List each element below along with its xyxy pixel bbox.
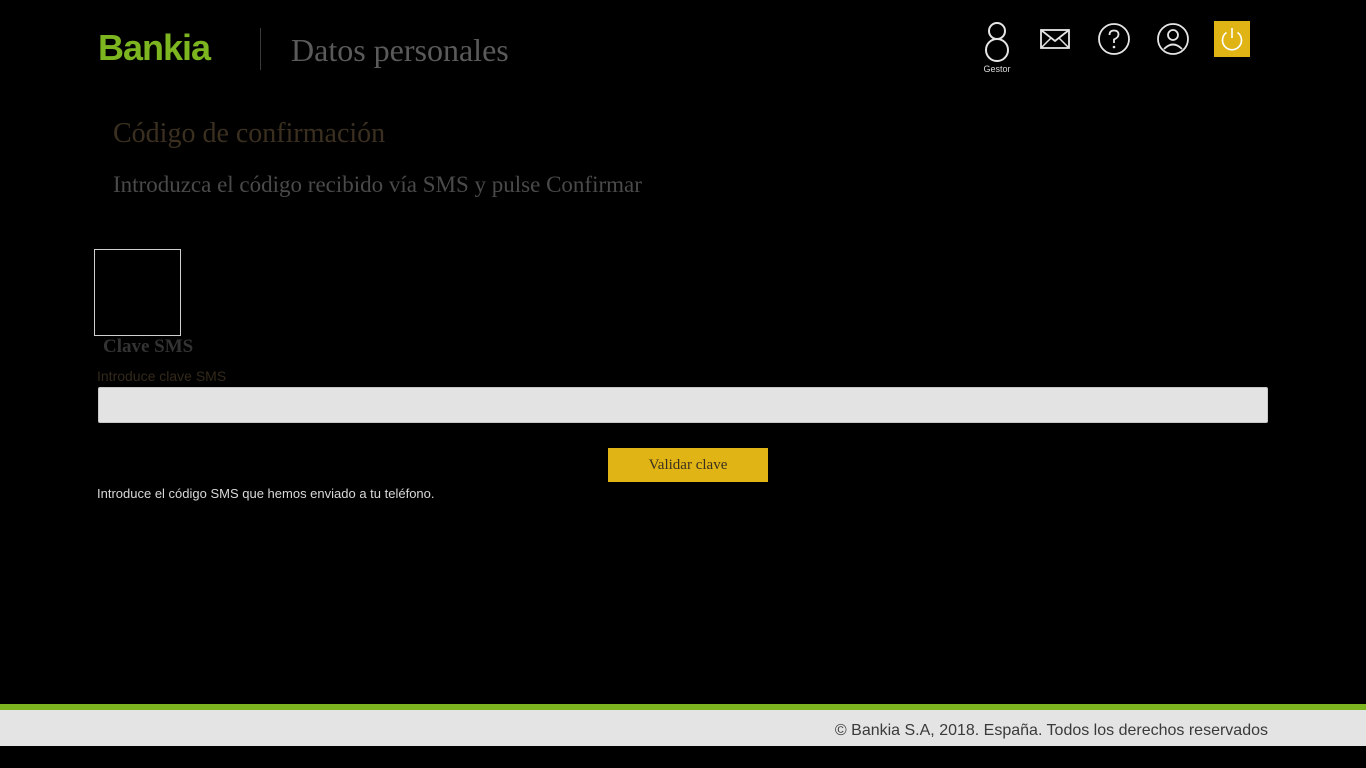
sms-input-label: Introduce clave SMS [97,368,227,384]
sms-help-text: Introduce el código SMS que hemos enviad… [97,486,435,501]
gestor-label: Gestor [983,64,1011,74]
header-divider [260,28,261,70]
page-title: Datos personales [291,32,509,68]
confirmation-title: Código de confirmación [113,118,386,149]
help-icon[interactable] [1097,22,1131,56]
clave-sms-title: Clave SMS [103,336,194,357]
user-icon[interactable] [1156,22,1190,56]
confirmation-subtitle: Introduzca el código recibido vía SMS y … [113,172,642,197]
validate-button[interactable]: Validar clave [608,448,768,482]
gestor-icon[interactable] [979,20,1015,64]
bankia-logo[interactable]: Bankia [98,28,211,68]
sms-image-placeholder [94,249,181,336]
footer: © Bankia S.A, 2018. España. Todos los de… [0,710,1366,746]
power-button[interactable] [1214,21,1250,57]
power-icon [1221,28,1243,51]
sms-code-input[interactable] [98,387,1268,423]
copyright-text: © Bankia S.A, 2018. España. Todos los de… [834,722,1268,739]
mail-icon[interactable] [1038,22,1072,56]
